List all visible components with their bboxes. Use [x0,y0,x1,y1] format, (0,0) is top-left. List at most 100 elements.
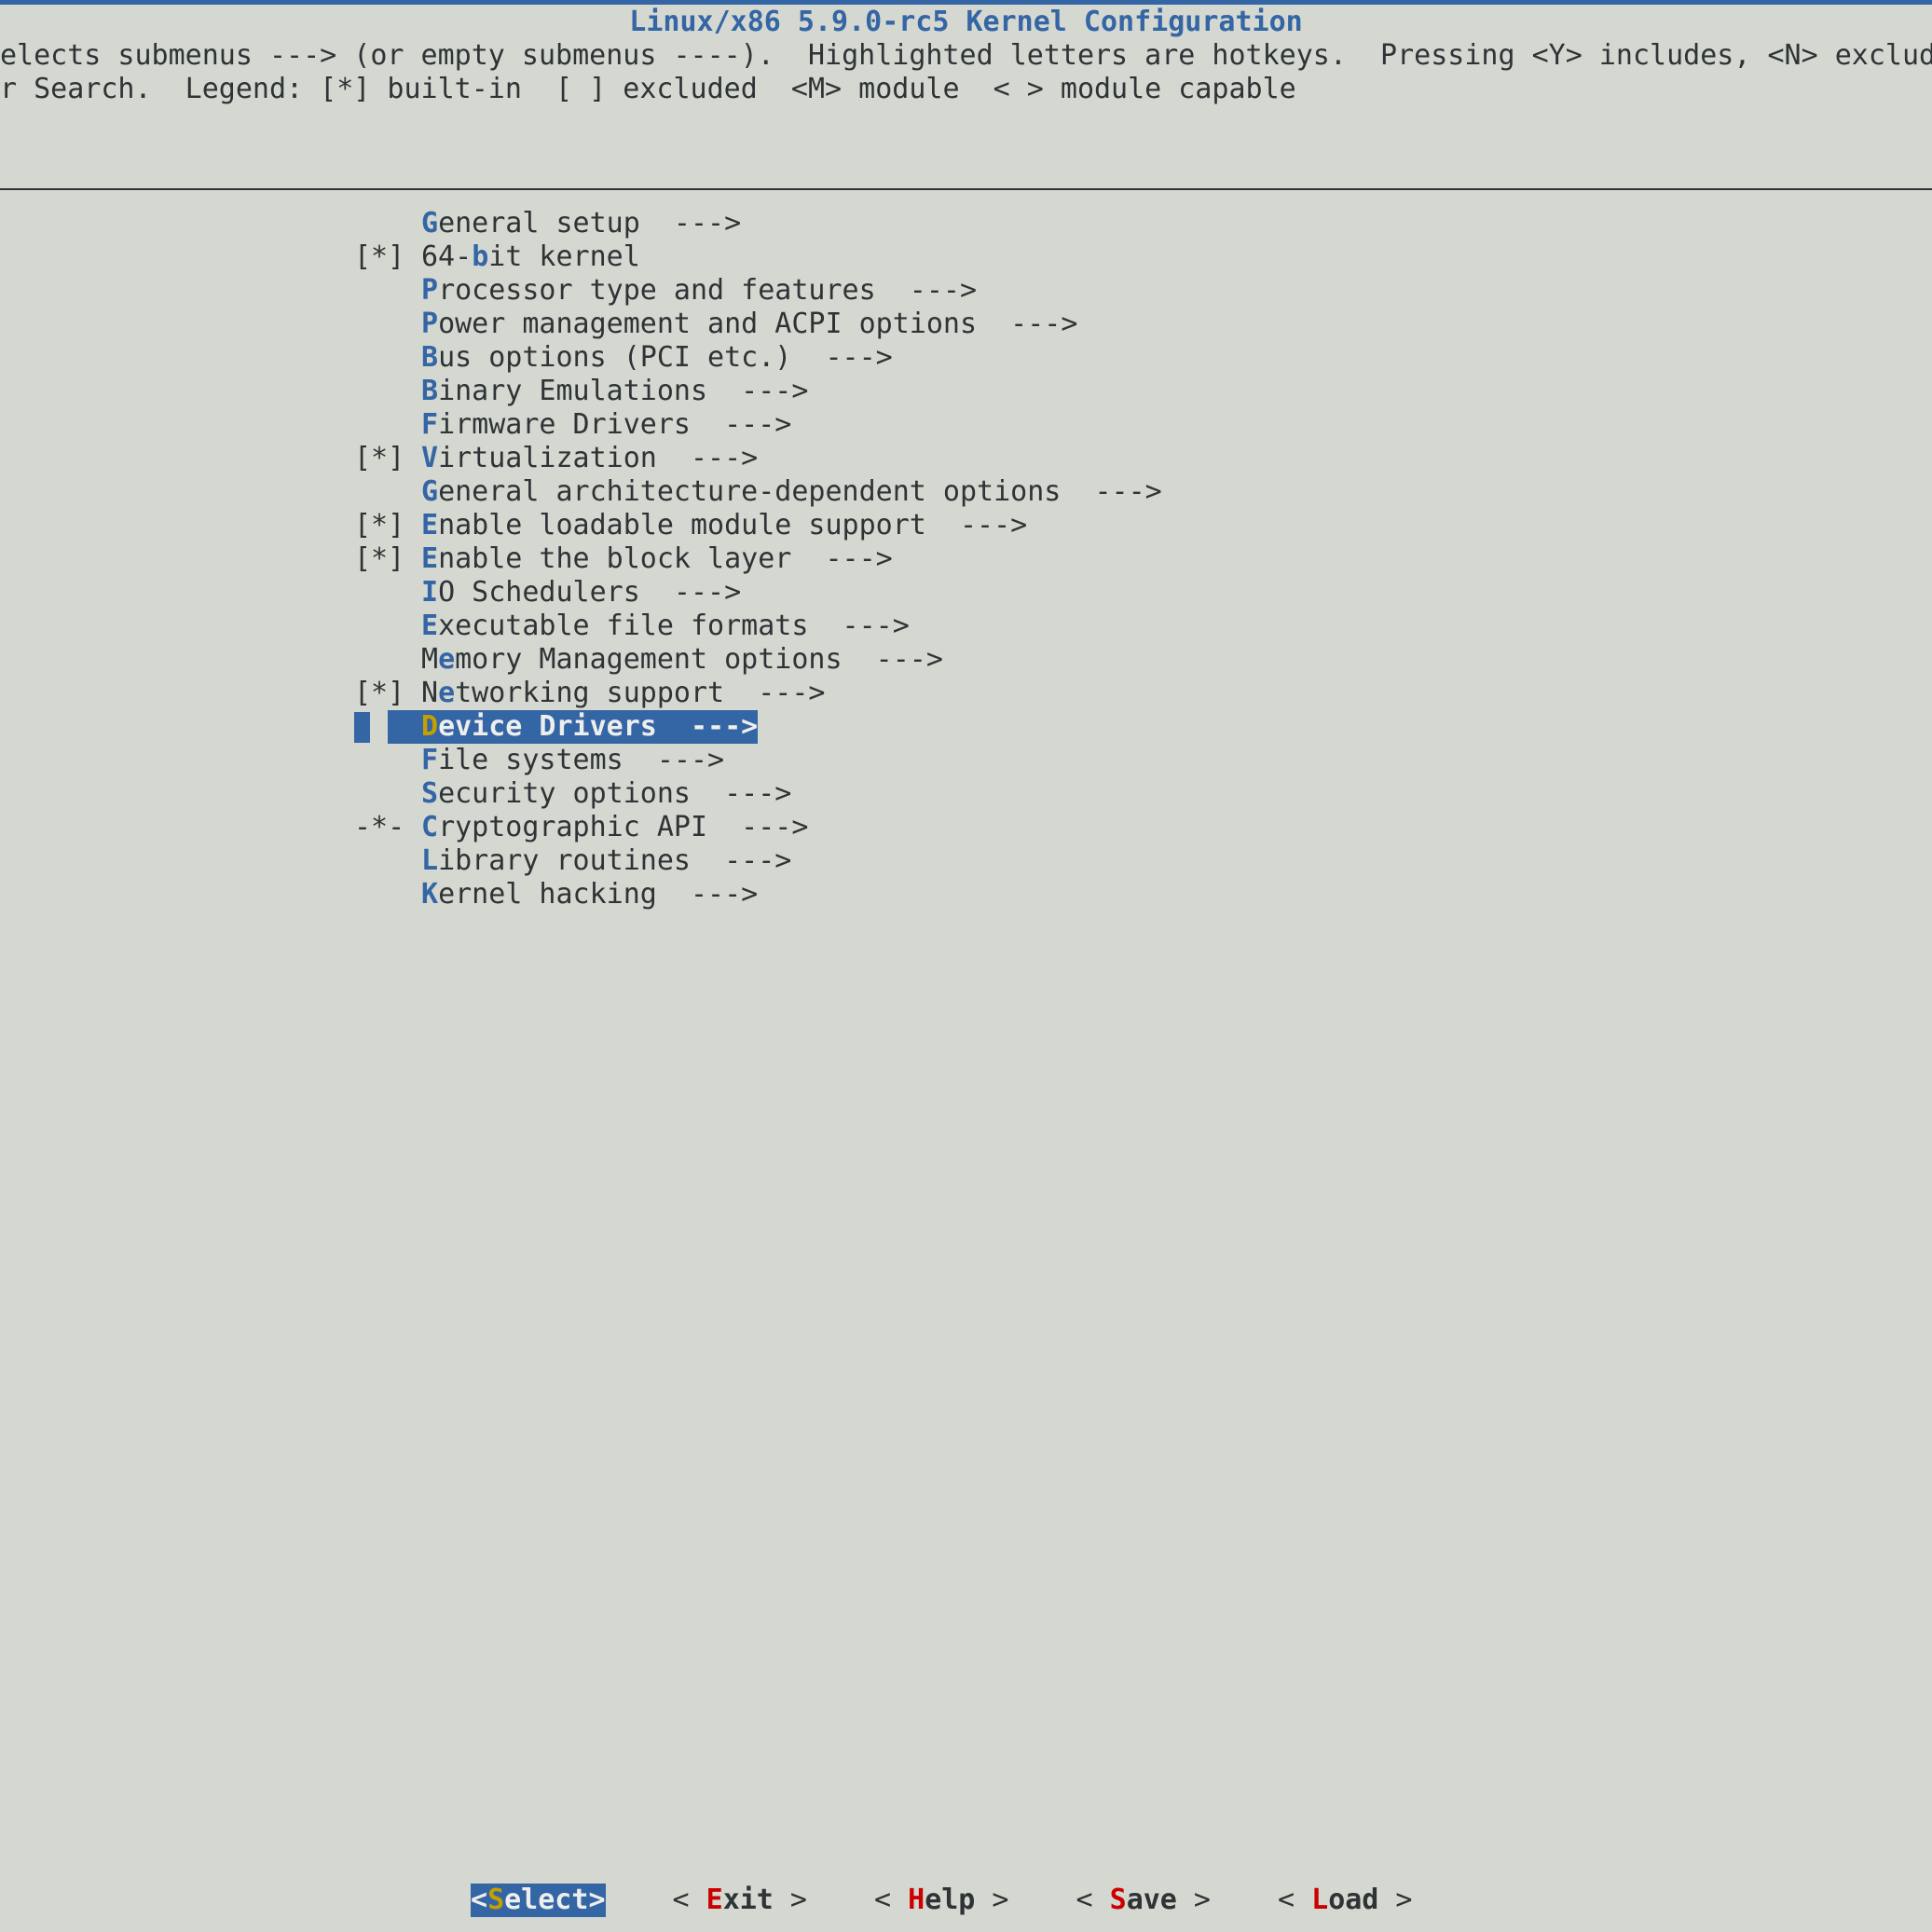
menu-item-text: evice Drivers ---> [438,710,759,743]
menu-item-hotkey: L [421,844,439,877]
menu-item[interactable]: Processor type and features ---> [354,274,1162,308]
menu-item[interactable]: [*] Virtualization ---> [354,442,1162,475]
menu-item-label: General setup ---> [421,207,741,240]
button-label: Load [1311,1884,1378,1916]
menu-item-text: rocessor type and features ---> [438,274,978,307]
menu-item[interactable]: -*- Cryptographic API ---> [354,811,1162,844]
menu-item[interactable]: IO Schedulers ---> [354,576,1162,610]
select-button[interactable]: <Select> [471,1884,606,1917]
button-label: Select [487,1884,588,1916]
menu-item-text: eneral architecture-dependent options --… [438,475,1162,508]
menu-item-state: [*] [354,509,405,541]
menu-item-hotkey: I [421,576,439,609]
menu-item-label: Library routines ---> [421,844,791,878]
help-text-line-1: elects submenus ---> (or empty submenus … [0,39,1932,72]
button-hotkey: L [1311,1884,1329,1916]
menu-item-state [354,643,421,677]
menu-item-text: eneral setup ---> [438,207,742,240]
menu-item-state [354,274,421,308]
menu-item-state: [*] [354,240,405,273]
menu-item[interactable]: Executable file formats ---> [354,610,1162,643]
button-bracket: > [1176,1884,1211,1916]
menu-list: General setup ---> [*] 64-bit kernel Proces… [354,207,1162,911]
menu-item-hotkey: G [421,207,439,240]
menu-item-label: Firmware Drivers ---> [421,408,791,442]
menu-item-label: Networking support ---> [421,677,825,710]
page-title: Linux/x86 5.9.0-rc5 Kernel Configuration [629,6,1303,38]
menu-item-label: General architecture-dependent options -… [421,475,1162,509]
menu-item-state [354,844,421,878]
menu-item-text: nable the block layer ---> [438,542,893,575]
menu-item-label: Memory Management options ---> [421,643,943,677]
button-text: elect [504,1884,589,1916]
menu-item-text: ernel hacking ---> [438,878,759,911]
exit-button[interactable]: < Exit > [673,1884,808,1917]
menu-item-text: ibrary routines ---> [438,844,792,877]
menu-item-hotkey: C [421,811,439,843]
menu-item[interactable]: General setup ---> [354,207,1162,240]
menu-item-state [354,207,421,240]
menu-item-state [354,576,421,610]
menu-item-text: ower management and ACPI options ---> [438,308,1078,340]
button-label: Help [908,1884,975,1916]
top-border [0,0,1932,5]
menu-item-hotkey: e [438,643,456,676]
menu-item-label: Device Drivers ---> [388,710,759,744]
button-label: Save [1110,1884,1177,1916]
menu-item-label: Cryptographic API ---> [421,811,808,844]
menu-item-text: ryptographic API ---> [438,811,809,843]
menu-item[interactable]: [*] 64-bit kernel [354,240,1162,274]
menu-item-label: Power management and ACPI options ---> [421,308,1077,341]
button-bracket: > [1378,1884,1413,1916]
button-text: oad [1328,1884,1379,1916]
menu-item-state [354,610,421,643]
menu-item-state [354,475,421,509]
menu-item-label: 64-bit kernel [421,240,640,274]
menu-item-text: O Schedulers ---> [438,576,742,609]
load-button[interactable]: < Load > [1278,1884,1413,1917]
menu-item-label: Processor type and features ---> [421,274,977,308]
button-bracket: < [874,1884,909,1916]
menu-item[interactable]: [*] Networking support ---> [354,677,1162,710]
menu-item-state [354,777,421,811]
menu-item-state [354,375,421,408]
menu-item[interactable]: Security options ---> [354,777,1162,811]
selection-marker [354,712,370,743]
menu-item[interactable]: Kernel hacking ---> [354,878,1162,911]
menu-item-label: IO Schedulers ---> [421,576,741,610]
menu-item-label: Kernel hacking ---> [421,878,758,911]
help-text-line-2: r Search. Legend: [*] built-in [ ] exclu… [0,73,1296,105]
menu-item-label: Virtualization ---> [421,442,758,475]
button-bracket: < [1278,1884,1312,1916]
menu-item[interactable]: [*] Enable the block layer ---> [354,542,1162,576]
help-button[interactable]: < Help > [874,1884,1009,1917]
menu-item[interactable]: General architecture-dependent options -… [354,475,1162,509]
button-bracket: < [672,1884,706,1916]
menu-item[interactable]: Library routines ---> [354,844,1162,878]
menu-item-state [354,878,421,911]
menu-item[interactable]: Power management and ACPI options ---> [354,308,1162,341]
menu-item-hotkey: e [438,677,456,709]
menu-item-selected[interactable]: Device Drivers ---> [354,710,1162,744]
menu-item[interactable]: [*] Enable loadable module support ---> [354,509,1162,542]
menu-item[interactable]: Binary Emulations ---> [354,375,1162,408]
menu-item-text: inary Emulations ---> [438,375,809,407]
button-hotkey: E [706,1884,723,1916]
menu-item[interactable]: File systems ---> [354,744,1162,777]
menu-item-label: Security options ---> [421,777,791,811]
button-label: Exit [706,1884,774,1916]
menu-item[interactable]: Memory Management options ---> [354,643,1162,677]
menu-item-text: us options (PCI etc.) ---> [438,341,893,374]
menu-item-hotkey: S [421,777,439,810]
menu-item-hotkey: F [421,744,439,776]
menu-item-state [354,408,421,442]
menu-item-hotkey: K [421,878,439,911]
menu-item-hotkey: P [421,308,439,340]
button-text: xit [722,1884,774,1916]
menu-item[interactable]: Bus options (PCI etc.) ---> [354,341,1162,375]
menu-item[interactable]: Firmware Drivers ---> [354,408,1162,442]
menu-item-hotkey: E [421,610,439,642]
menu-item-text: M [421,643,439,676]
save-button[interactable]: < Save > [1076,1884,1212,1917]
menu-item-label: Bus options (PCI etc.) ---> [421,341,893,375]
